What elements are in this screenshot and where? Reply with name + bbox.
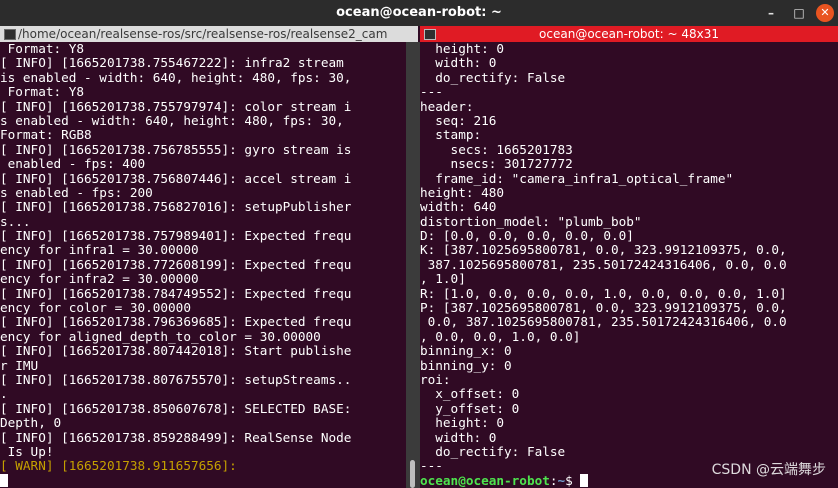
terminal-line: stamp: <box>420 127 482 143</box>
terminal-line: width: 0 <box>420 429 497 445</box>
terminal-line: y_offset: 0 <box>420 400 520 416</box>
terminal-line: roi: <box>420 371 451 387</box>
terminal-line: ency for infra1 = 30.00000 <box>0 242 199 258</box>
terminal-line: s enabled - width: 640, height: 480, fps… <box>0 112 344 128</box>
terminal-line: s enabled - fps: 200 <box>0 184 153 200</box>
terminal-line: K: [387.1025695800781, 0.0, 323.99121093… <box>420 242 787 258</box>
terminal-line: [ INFO] [1665201738.772608199]: Expected… <box>0 256 352 272</box>
terminal-line: nsecs: 301727772 <box>420 156 573 172</box>
tab-left-title: /home/ocean/realsense-ros/src/realsense-… <box>18 27 388 41</box>
terminal-line: distortion_model: "plumb_bob" <box>420 213 642 229</box>
terminal-line: [ INFO] [1665201738.796369685]: Expected… <box>0 314 352 330</box>
terminal-line: do_rectify: False <box>420 69 566 85</box>
terminal-line: is enabled - width: 640, height: 480, fp… <box>0 69 352 85</box>
pane-divider[interactable] <box>406 42 420 488</box>
maximize-button[interactable]: □ <box>790 4 808 22</box>
prompt-symbol: $ <box>565 472 581 488</box>
terminal-line: 387.1025695800781, 235.50172424316406, 0… <box>420 256 787 272</box>
terminal-line: [ INFO] [1665201738.859288499]: RealSens… <box>0 429 352 445</box>
terminal-line: r IMU <box>0 357 39 373</box>
terminal-line: D: [0.0, 0.0, 0.0, 0.0, 0.0] <box>420 228 634 244</box>
terminal-line: [ INFO] [1665201738.784749552]: Expected… <box>0 285 352 301</box>
terminal-line: ency for aligned_depth_to_color = 30.000… <box>0 328 321 344</box>
terminal-line: x_offset: 0 <box>420 386 520 402</box>
terminal-line: secs: 1665201783 <box>420 141 573 157</box>
terminal-line: [ INFO] [1665201738.755467222]: infra2 s… <box>0 55 344 71</box>
tab-right-terminal[interactable]: ocean@ocean-robot: ~ 48x31 <box>420 26 838 42</box>
warn-line: [ WARN] [1665201738.911657656]: <box>0 459 406 473</box>
terminal-line: 0.0, 387.1025695800781, 235.501724243164… <box>420 314 787 330</box>
tab-left-terminal[interactable]: /home/ocean/realsense-ros/src/realsense-… <box>0 26 418 42</box>
terminal-line: . <box>0 386 8 402</box>
terminal-line: [ INFO] [1665201738.850607678]: SELECTED… <box>0 400 352 416</box>
scrollbar-thumb[interactable] <box>410 460 415 488</box>
right-terminal-pane[interactable]: height: 0 width: 0 do_rectify: False --- h… <box>420 42 838 488</box>
terminal-line: seq: 216 <box>420 112 497 128</box>
terminal-line: Depth, 0 <box>0 415 62 431</box>
terminal-line: frame_id: "camera_infra1_optical_frame" <box>420 170 734 186</box>
terminal-line: height: 480 <box>420 184 505 200</box>
terminal-line: [ INFO] [1665201738.807442018]: Start pu… <box>0 343 352 359</box>
terminal-line: ency for color = 30.00000 <box>0 300 191 316</box>
left-terminal-pane[interactable]: Format: Y8[ INFO] [1665201738.755467222]… <box>0 42 406 488</box>
terminal-line: , 1.0] <box>420 271 466 287</box>
cursor-line <box>0 473 406 488</box>
terminal-line: Format: Y8 <box>0 84 85 100</box>
prompt-sep: : <box>549 472 558 488</box>
terminal-line: Is Up! <box>0 443 54 459</box>
terminal-line: , 0.0, 0.0, 1.0, 0.0] <box>420 328 581 344</box>
terminal-line: width: 0 <box>420 55 497 71</box>
terminal-line: height: 0 <box>420 42 505 56</box>
terminal-line: width: 640 <box>420 199 497 215</box>
minimize-button[interactable]: – <box>762 4 780 22</box>
watermark: CSDN @云端舞步 <box>711 462 826 478</box>
terminal-line: [ INFO] [1665201738.755797974]: color st… <box>0 98 352 114</box>
tab-right-title: ocean@ocean-robot: ~ 48x31 <box>539 27 719 41</box>
terminal-line: do_rectify: False <box>420 443 566 459</box>
prompt-path: ~ <box>557 472 566 488</box>
window-titlebar: ocean@ocean-robot: ~ – □ ✕ <box>0 0 838 26</box>
text-cursor <box>0 473 8 487</box>
close-button[interactable]: ✕ <box>816 4 834 22</box>
terminal-line: binning_y: 0 <box>420 357 512 373</box>
terminal-line: binning_x: 0 <box>420 343 512 359</box>
terminal-line: [ INFO] [1665201738.756807446]: accel st… <box>0 170 352 186</box>
text-cursor <box>580 473 589 487</box>
terminal-line: [ INFO] [1665201738.757989401]: Expected… <box>0 228 352 244</box>
prompt-user: ocean@ocean-robot <box>420 472 550 488</box>
warn-text: [ WARN] [1665201738.911657656]: <box>0 458 237 474</box>
terminal-line: --- <box>420 84 443 100</box>
terminal-line: [ INFO] [1665201738.756785555]: gyro str… <box>0 141 352 157</box>
terminal-line: R: [1.0, 0.0, 0.0, 0.0, 1.0, 0.0, 0.0, 0… <box>420 285 787 301</box>
terminal-line: Format: Y8 <box>0 42 85 56</box>
terminal-line: enabled - fps: 400 <box>0 156 146 172</box>
terminal-line: [ INFO] [1665201738.807675570]: setupStr… <box>0 371 352 387</box>
terminal-line: [ INFO] [1665201738.756827016]: setupPub… <box>0 199 352 215</box>
terminal-line: s... <box>0 213 31 229</box>
terminal-line: P: [387.1025695800781, 0.0, 323.99121093… <box>420 300 787 316</box>
terminal-line: ency for infra2 = 30.00000 <box>0 271 199 287</box>
terminal-line: header: <box>420 98 474 114</box>
window-title: ocean@ocean-robot: ~ <box>336 5 502 20</box>
terminal-icon <box>4 29 16 40</box>
terminal-line: Format: RGB8 <box>0 127 92 143</box>
terminal-line: height: 0 <box>420 415 505 431</box>
